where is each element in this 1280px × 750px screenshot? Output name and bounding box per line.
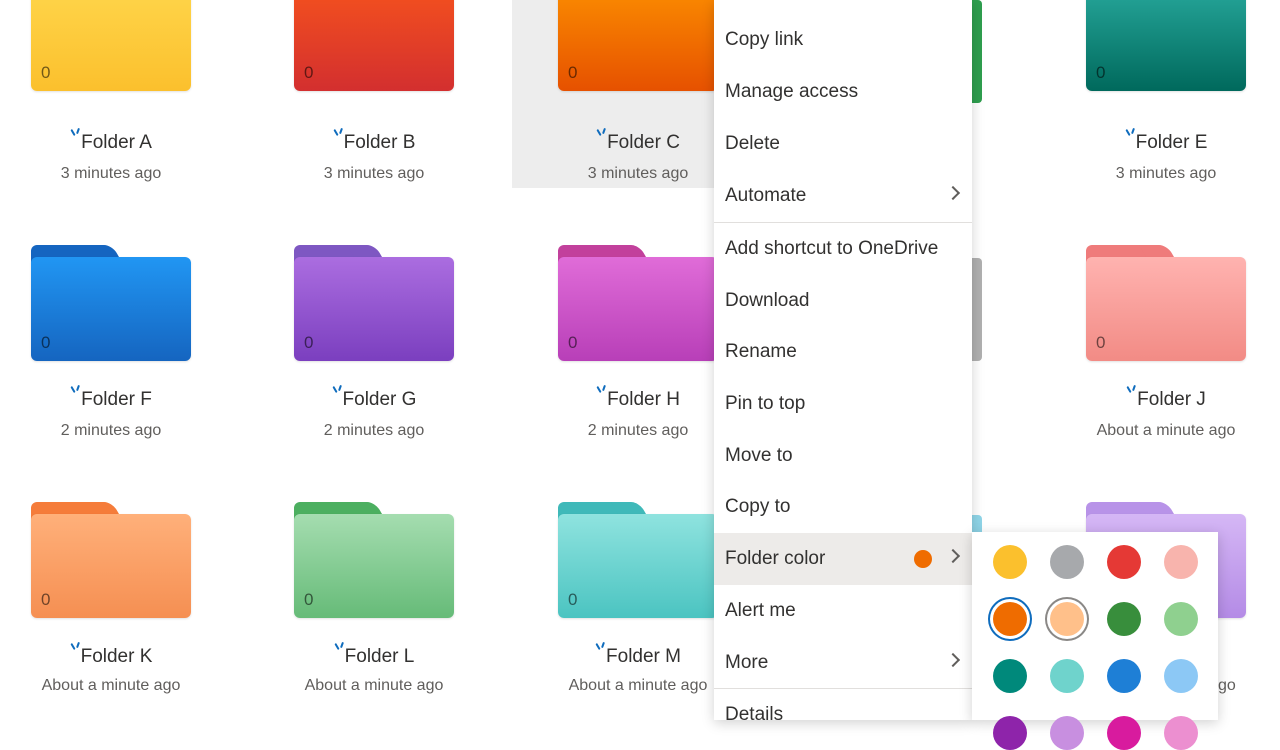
chevron-right-icon bbox=[945, 185, 961, 201]
color-swatch[interactable] bbox=[1107, 545, 1141, 579]
chevron-right-icon bbox=[945, 548, 961, 564]
color-swatch[interactable] bbox=[993, 659, 1027, 693]
new-item-icon bbox=[334, 642, 344, 654]
menu-item-download[interactable]: Download bbox=[714, 275, 972, 327]
menu-item-add-shortcut[interactable]: Add shortcut to OneDrive bbox=[714, 223, 972, 275]
folder-tile-a[interactable]: 0 Folder A 3 minutes ago bbox=[0, 0, 240, 188]
folder-name[interactable]: Folder A bbox=[0, 132, 222, 154]
folder-icon: 0 bbox=[558, 502, 718, 618]
menu-item-delete[interactable]: Delete bbox=[714, 118, 972, 170]
chevron-right-icon bbox=[945, 652, 961, 668]
item-count: 0 bbox=[568, 63, 578, 82]
folder-tile-k[interactable]: 0 Folder K About a minute ago bbox=[0, 502, 240, 702]
color-swatch[interactable] bbox=[1050, 659, 1084, 693]
menu-item-more[interactable]: More bbox=[714, 637, 972, 689]
folder-icon: 0 bbox=[294, 0, 454, 91]
item-count: 0 bbox=[304, 590, 314, 609]
new-item-icon bbox=[595, 642, 605, 654]
folder-tile-l[interactable]: 0 Folder L About a minute ago bbox=[263, 502, 503, 702]
item-count: 0 bbox=[41, 63, 51, 82]
color-swatch[interactable] bbox=[1107, 602, 1141, 636]
color-swatch[interactable] bbox=[993, 602, 1027, 636]
menu-item-automate[interactable]: Automate bbox=[714, 170, 972, 222]
item-count: 0 bbox=[304, 63, 314, 82]
folder-icon: 0 bbox=[558, 245, 718, 361]
color-swatch[interactable] bbox=[993, 716, 1027, 750]
folder-icon: 0 bbox=[31, 0, 191, 91]
folder-color-palette bbox=[972, 532, 1218, 750]
folder-icon: 0 bbox=[31, 245, 191, 361]
folder-name[interactable]: Folder E bbox=[1055, 132, 1277, 154]
menu-item-rename[interactable]: Rename bbox=[714, 326, 972, 378]
menu-item-copy-to[interactable]: Copy to bbox=[714, 481, 972, 533]
color-swatch[interactable] bbox=[1164, 659, 1198, 693]
modified-time: 2 minutes ago bbox=[323, 422, 425, 439]
item-count: 0 bbox=[41, 590, 51, 609]
modified-time: 2 minutes ago bbox=[60, 422, 162, 439]
modified-time: About a minute ago bbox=[304, 677, 444, 694]
color-swatch[interactable] bbox=[1164, 716, 1198, 750]
new-item-icon bbox=[332, 385, 342, 397]
color-swatch[interactable] bbox=[1050, 716, 1084, 750]
new-item-icon bbox=[70, 385, 80, 397]
folder-icon: 0 bbox=[294, 245, 454, 361]
folder-icon: 0 bbox=[1086, 0, 1246, 91]
folder-tile-f[interactable]: 0 Folder F 2 minutes ago bbox=[0, 245, 240, 445]
item-count: 0 bbox=[304, 333, 314, 352]
folder-name[interactable]: Folder K bbox=[0, 646, 222, 668]
modified-time-partial: go bbox=[1218, 677, 1236, 694]
menu-item-folder-color[interactable]: Folder color bbox=[714, 533, 972, 585]
folder-icon: 0 bbox=[31, 502, 191, 618]
context-menu: Copy link Manage access Delete Automate … bbox=[714, 0, 972, 725]
menu-item-details[interactable]: Details bbox=[714, 689, 972, 741]
new-item-icon bbox=[596, 128, 606, 140]
folder-icon: 0 bbox=[558, 0, 718, 91]
menu-item-pin-to-top[interactable]: Pin to top bbox=[714, 378, 972, 430]
menu-item-manage-access[interactable]: Manage access bbox=[714, 66, 972, 118]
modified-time: About a minute ago bbox=[1096, 422, 1236, 439]
menu-item-copy-link[interactable]: Copy link bbox=[714, 14, 972, 66]
modified-time: About a minute ago bbox=[41, 677, 181, 694]
folder-tile-g[interactable]: 0 Folder G 2 minutes ago bbox=[263, 245, 503, 445]
color-swatch[interactable] bbox=[1107, 716, 1141, 750]
folder-name[interactable]: Folder G bbox=[263, 389, 485, 411]
item-count: 0 bbox=[568, 590, 578, 609]
color-swatch[interactable] bbox=[1050, 602, 1084, 636]
item-count: 0 bbox=[41, 333, 51, 352]
folder-tile-e[interactable]: 0 Folder E 3 minutes ago bbox=[1055, 0, 1280, 188]
folder-icon: 0 bbox=[1086, 245, 1246, 361]
folder-name[interactable]: Folder J bbox=[1055, 389, 1277, 411]
color-swatch[interactable] bbox=[1107, 659, 1141, 693]
new-item-icon bbox=[596, 385, 606, 397]
new-item-icon bbox=[70, 128, 80, 140]
color-swatch[interactable] bbox=[1050, 545, 1084, 579]
color-swatch[interactable] bbox=[1164, 602, 1198, 636]
folder-name[interactable]: Folder L bbox=[263, 646, 485, 668]
folder-icon: 0 bbox=[294, 502, 454, 618]
modified-time: 3 minutes ago bbox=[60, 165, 162, 182]
current-color-dot bbox=[914, 550, 932, 568]
color-swatch[interactable] bbox=[1164, 545, 1198, 579]
modified-time: 3 minutes ago bbox=[1115, 165, 1217, 182]
menu-item-move-to[interactable]: Move to bbox=[714, 430, 972, 482]
item-count: 0 bbox=[1096, 333, 1106, 352]
color-swatch[interactable] bbox=[993, 545, 1027, 579]
item-count: 0 bbox=[568, 333, 578, 352]
new-item-icon bbox=[1125, 128, 1135, 140]
new-item-icon bbox=[70, 642, 80, 654]
folder-tile-b[interactable]: 0 Folder B 3 minutes ago bbox=[263, 0, 503, 188]
menu-item-alert-me[interactable]: Alert me bbox=[714, 585, 972, 637]
folder-tile-j[interactable]: 0 Folder J About a minute ago bbox=[1055, 245, 1280, 445]
item-count: 0 bbox=[1096, 63, 1106, 82]
modified-time: 3 minutes ago bbox=[323, 165, 425, 182]
new-item-icon bbox=[333, 128, 343, 140]
folder-name[interactable]: Folder F bbox=[0, 389, 222, 411]
folder-name[interactable]: Folder B bbox=[263, 132, 485, 154]
new-item-icon bbox=[1126, 385, 1136, 397]
